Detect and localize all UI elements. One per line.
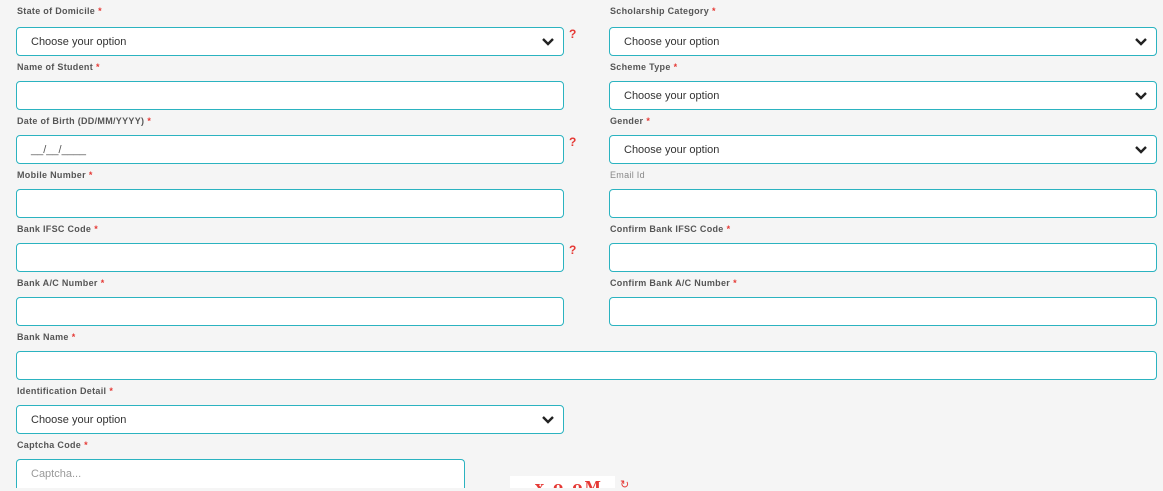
state-help-icon[interactable]: ? xyxy=(569,27,576,41)
captcha-text: x o oM xyxy=(535,478,604,488)
mobile-input[interactable] xyxy=(16,189,564,218)
captcha-image: x o oM xyxy=(510,476,615,488)
dob-help-icon[interactable]: ? xyxy=(569,135,576,149)
confirm-ifsc-input[interactable] xyxy=(609,243,1157,272)
scheme-label: Scheme Type * xyxy=(610,62,678,72)
gender-select-value: Choose your option xyxy=(624,143,720,156)
ifsc-input[interactable] xyxy=(16,243,564,272)
identification-select[interactable]: Choose your option xyxy=(16,405,564,434)
ifsc-help-icon[interactable]: ? xyxy=(569,243,576,257)
scholarship-select[interactable]: Choose your option xyxy=(609,27,1157,56)
state-select[interactable]: Choose your option xyxy=(16,27,564,56)
scholarship-select-value: Choose your option xyxy=(624,35,720,48)
confirm-account-input[interactable] xyxy=(609,297,1157,326)
gender-select[interactable]: Choose your option xyxy=(609,135,1157,164)
identification-label: Identification Detail * xyxy=(17,386,114,396)
captcha-input[interactable]: Captcha... xyxy=(16,459,465,488)
state-select-value: Choose your option xyxy=(31,35,127,48)
scheme-select[interactable]: Choose your option xyxy=(609,81,1157,110)
identification-select-value: Choose your option xyxy=(31,413,127,426)
dob-input[interactable]: __/__/____ xyxy=(16,135,564,164)
ifsc-label: Bank IFSC Code * xyxy=(17,224,99,234)
mobile-label: Mobile Number * xyxy=(17,170,93,180)
name-label: Name of Student * xyxy=(17,62,100,72)
confirm-ifsc-label: Confirm Bank IFSC Code * xyxy=(610,224,731,234)
chevron-down-icon xyxy=(542,415,554,424)
account-label: Bank A/C Number * xyxy=(17,278,105,288)
chevron-down-icon xyxy=(1135,145,1147,154)
captcha-label: Captcha Code * xyxy=(17,440,88,450)
chevron-down-icon xyxy=(1135,37,1147,46)
email-input[interactable] xyxy=(609,189,1157,218)
dob-label: Date of Birth (DD/MM/YYYY) * xyxy=(17,116,152,126)
bank-name-input[interactable] xyxy=(16,351,1157,380)
scholarship-label: Scholarship Category * xyxy=(610,6,716,16)
refresh-icon[interactable]: ↻ xyxy=(620,478,629,491)
chevron-down-icon xyxy=(542,37,554,46)
gender-label: Gender * xyxy=(610,116,651,126)
bank-name-label: Bank Name * xyxy=(17,332,76,342)
confirm-account-label: Confirm Bank A/C Number * xyxy=(610,278,737,288)
account-input[interactable] xyxy=(16,297,564,326)
name-input[interactable] xyxy=(16,81,564,110)
state-label: State of Domicile * xyxy=(17,6,102,16)
chevron-down-icon xyxy=(1135,91,1147,100)
email-label: Email Id xyxy=(610,170,645,180)
scheme-select-value: Choose your option xyxy=(624,89,720,102)
